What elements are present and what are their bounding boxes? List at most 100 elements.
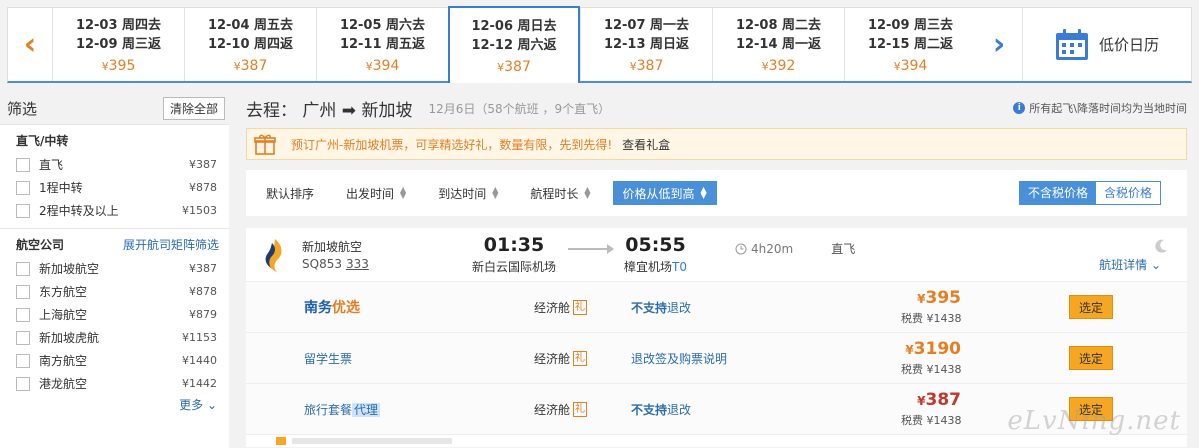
filter-option[interactable]: 东方航空 ¥878 <box>16 280 229 303</box>
cabin-text: 经济舱 <box>534 300 571 315</box>
checkbox[interactable] <box>16 376 30 391</box>
price: ¥3190 <box>901 339 961 359</box>
more-airlines-link[interactable]: 更多 ⌄ <box>16 395 229 415</box>
sort-label: 到达时间 <box>438 186 487 201</box>
sort-duration[interactable]: 航程时长 ▲ ▼ <box>520 181 600 205</box>
sort-default[interactable]: 默认排序 <box>256 181 324 205</box>
filter-option[interactable]: 2程中转及以上 ¥1503 <box>16 199 229 222</box>
gift-tag[interactable]: 礼 <box>573 401 588 417</box>
filter-option[interactable]: 南方航空 ¥1440 <box>16 349 229 372</box>
arrival: 05:55 樟宜机场T0 <box>624 234 687 275</box>
price-excl-tax-tab[interactable]: 不含税价格 <box>1019 182 1096 204</box>
group-title: 航空公司 展开航司矩阵筛选 <box>16 233 229 257</box>
promo-banner: 预订广州-新加坡机票，可享精选好礼，数量有限，先到先得! 查看礼盒 <box>246 128 1187 160</box>
sort-arrival-time[interactable]: 到达时间 ▲ ▼ <box>428 181 508 205</box>
flight-detail-link[interactable]: 航班详情 ⌄ <box>1099 256 1161 273</box>
fare-price: ¥387 税费 ¥1438 <box>901 390 962 428</box>
date-option[interactable]: 12-07 周一去 12-13 周日返 ¥387 <box>580 8 712 81</box>
filter-option[interactable]: 1程中转 ¥878 <box>16 176 229 199</box>
option-label: 直飞 <box>39 158 64 172</box>
checkbox[interactable] <box>16 307 30 322</box>
date-option[interactable]: 12-09 周三去 12-15 周二返 ¥394 <box>844 8 976 81</box>
cabin-class: 经济舱礼 <box>534 350 631 367</box>
cabin-text: 经济舱 <box>534 351 571 366</box>
date-back: 12-13 周日返 <box>603 36 690 52</box>
date-back: 12-12 周六返 <box>471 37 557 53</box>
departure: 01:35 新白云国际机场 <box>472 234 556 275</box>
select-fare-button[interactable]: 选定 <box>1069 295 1113 319</box>
sort-label: 出发时间 <box>346 186 395 201</box>
filter-option[interactable]: 港龙航空 ¥1442 <box>16 372 229 395</box>
price-value: 387 <box>636 57 664 74</box>
fare-product-logo: 南务优选 <box>304 300 360 316</box>
view-gift-link[interactable]: 查看礼盒 <box>622 136 670 153</box>
rule-strong: 不支持 <box>631 402 668 417</box>
aircraft-type-link[interactable]: 333 <box>346 257 369 271</box>
date-option[interactable]: 12-03 周四去 12-09 周三返 ¥395 <box>52 8 184 81</box>
flight-duration: 4h20m <box>735 242 793 256</box>
gift-tag[interactable]: 礼 <box>573 350 588 366</box>
gift-icon <box>254 134 276 155</box>
date-option[interactable]: 12-08 周二去 12-14 周一返 ¥392 <box>712 8 844 81</box>
refund-rule[interactable]: 不支持退改 <box>631 401 901 418</box>
price-incl-tax-tab[interactable]: 含税价格 <box>1095 182 1160 204</box>
option-price: ¥879 <box>189 308 217 321</box>
price-value: 387 <box>504 58 531 75</box>
fare-row: 留学生票 经济舱礼 退改签及购票说明 ¥3190 税费 ¥1438 选定 <box>246 333 1187 384</box>
refund-rule[interactable]: 不支持退改 <box>631 299 901 316</box>
filter-option[interactable]: 新加坡虎航 ¥1153 <box>16 326 229 349</box>
fare-price: ¥395 税费 ¥1438 <box>901 288 962 326</box>
filter-option[interactable]: 直飞 ¥387 <box>16 153 229 176</box>
option-label: 新加坡航空 <box>39 262 100 276</box>
option-price: ¥1440 <box>182 354 217 367</box>
checkbox[interactable] <box>16 353 30 368</box>
option-price: ¥387 <box>189 262 217 275</box>
date-price: ¥387 <box>497 59 531 75</box>
calendar-label: 低价日历 <box>1098 36 1159 54</box>
date-back: 12-09 周三返 <box>75 36 162 52</box>
option-label: 2程中转及以上 <box>39 204 119 218</box>
filter-title: 筛选 <box>7 99 38 118</box>
sort-arrows-icon: ▲ ▼ <box>400 185 407 200</box>
checkbox[interactable] <box>16 330 30 345</box>
more-label: 更多 <box>179 398 204 412</box>
cabin-class: 经济舱礼 <box>534 299 631 316</box>
option-price: ¥1503 <box>182 204 217 217</box>
flight-number: SQ853 333 <box>302 257 472 271</box>
low-price-calendar-button[interactable]: 低价日历 <box>1022 8 1191 81</box>
fare-name-part: 南务 <box>304 300 332 316</box>
checkbox[interactable] <box>16 203 30 218</box>
date-go: 12-09 周三去 <box>867 17 954 33</box>
currency-symbol: ¥ <box>365 59 373 73</box>
filter-option[interactable]: 新加坡航空 ¥387 <box>16 257 229 280</box>
arrival-time: 05:55 <box>625 234 686 256</box>
date-option-selected[interactable]: 12-06 周日去 12-12 周六返 ¥387 <box>448 6 580 83</box>
tax-toggle: 不含税价格 含税价格 <box>1018 181 1161 205</box>
date-price: ¥394 <box>894 58 928 74</box>
refund-rule[interactable]: 退改签及购票说明 <box>631 350 901 367</box>
date-price: ¥394 <box>366 58 400 74</box>
prev-dates-button[interactable]: ‹ <box>8 8 52 81</box>
next-dates-button[interactable]: › <box>976 8 1022 81</box>
date-option[interactable]: 12-04 周五去 12-10 周四返 ¥387 <box>184 8 316 81</box>
rule-text: 退改 <box>667 300 692 315</box>
date-option[interactable]: 12-05 周六去 12-11 周五返 ¥394 <box>316 8 448 81</box>
date-price: ¥387 <box>234 58 268 74</box>
clear-all-button[interactable]: 清除全部 <box>162 96 225 120</box>
select-fare-button[interactable]: 选定 <box>1069 346 1113 370</box>
cabin-class: 经济舱礼 <box>534 401 631 418</box>
filter-option[interactable]: 上海航空 ¥879 <box>16 303 229 326</box>
flight-no-text: SQ853 <box>302 257 342 271</box>
checkbox[interactable] <box>16 157 30 172</box>
sort-arrows-icon: ▲ ▼ <box>700 185 707 200</box>
timezone-note-text: 所有起飞\降落时间均为当地时间 <box>1029 102 1187 115</box>
checkbox[interactable] <box>16 261 30 276</box>
option-price: ¥1442 <box>182 377 217 390</box>
airline-matrix-link[interactable]: 展开航司矩阵筛选 <box>123 233 219 257</box>
checkbox[interactable] <box>16 180 30 195</box>
sort-price-asc[interactable]: 价格从低到高 ▲ ▼ <box>612 181 717 205</box>
sort-arrows-icon: ▲ ▼ <box>492 185 499 200</box>
gift-tag[interactable]: 礼 <box>573 299 588 315</box>
sort-departure-time[interactable]: 出发时间 ▲ ▼ <box>336 181 416 205</box>
checkbox[interactable] <box>16 284 30 299</box>
